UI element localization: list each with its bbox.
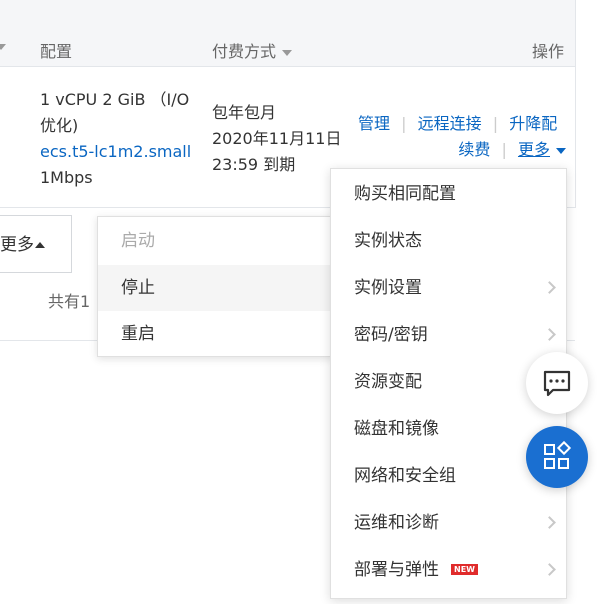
filter-caret-icon[interactable] <box>282 49 293 56</box>
chat-button[interactable] <box>526 352 588 414</box>
actions-line-2: 续费 | 更多 <box>358 137 570 163</box>
total-count: 共有1 <box>48 292 91 311</box>
action-separator: | <box>492 114 499 133</box>
menu-item-label: 实例状态 <box>354 231 422 251</box>
menu-item-label: 实例设置 <box>354 278 422 298</box>
menu-item-label: 部署与弹性 <box>354 560 439 580</box>
caret-down-icon <box>556 147 566 154</box>
caret-up-icon <box>35 242 45 248</box>
table-header: 配置 付费方式 操作 <box>0 0 575 67</box>
column-header-config: 配置 <box>40 42 73 61</box>
chevron-right-icon <box>543 281 556 294</box>
popup-item-stop[interactable]: 停止 <box>98 265 333 311</box>
menu-item-label: 密码/密钥 <box>354 325 428 345</box>
expire-date: 2020年11月11日 <box>212 129 342 148</box>
spec-cpu-memory: 1 vCPU 2 GiB （I/O <box>40 90 190 109</box>
column-header-billing[interactable]: 付费方式 <box>212 38 293 62</box>
batch-more-button[interactable]: 更多 <box>0 215 72 273</box>
menu-item-deploy-elastic[interactable]: 部署与弹性 NEW <box>331 547 566 594</box>
column-header-actions: 操作 <box>532 42 565 61</box>
menu-item-label: 运维和诊断 <box>354 513 439 533</box>
upgrade-downgrade-link[interactable]: 升降配 <box>509 114 557 133</box>
renew-link[interactable]: 续费 <box>458 140 490 159</box>
menu-item-label: 资源变配 <box>354 372 422 392</box>
column-header-billing-label: 付费方式 <box>212 42 277 61</box>
billing-cell: 包年包月 2020年11月11日 23:59 到期 <box>212 100 352 178</box>
new-badge: NEW <box>451 564 478 575</box>
more-actions-link[interactable]: 更多 <box>518 140 566 159</box>
menu-item-label: 网络和安全组 <box>354 466 456 486</box>
batch-more-label: 更多 <box>0 235 34 255</box>
menu-item-instance-status[interactable]: 实例状态 <box>331 218 566 265</box>
spec-io-optimized: 优化) <box>40 116 79 135</box>
billing-type: 包年包月 <box>212 103 277 122</box>
actions-cell: 管理 | 远程连接 | 升降配 续费 | 更多 <box>358 111 570 163</box>
remote-connect-link[interactable]: 远程连接 <box>418 114 482 133</box>
menu-item-ops-diagnosis[interactable]: 运维和诊断 <box>331 500 566 547</box>
menu-item-instance-settings[interactable]: 实例设置 <box>331 265 566 312</box>
actions-line-1: 管理 | 远程连接 | 升降配 <box>358 111 570 137</box>
popup-item-start: 启动 <box>121 231 155 251</box>
action-separator: | <box>501 140 507 159</box>
chat-bubble-icon <box>543 370 571 397</box>
popup-item-restart[interactable]: 重启 <box>98 311 333 357</box>
instance-state-popup: 启动 停止 重启 <box>97 216 334 357</box>
chevron-right-icon <box>543 516 556 529</box>
apps-button[interactable] <box>526 426 588 488</box>
instance-spec-cell: 1 vCPU 2 GiB （I/O 优化) ecs.t5-lc1m2.small… <box>40 87 210 191</box>
apps-grid-icon <box>544 440 572 469</box>
chevron-right-icon <box>543 563 556 576</box>
table-right-border <box>575 0 576 208</box>
manage-link[interactable]: 管理 <box>358 114 390 133</box>
menu-item-label: 购买相同配置 <box>354 184 456 204</box>
menu-item-label: 磁盘和镜像 <box>354 419 439 439</box>
action-separator: | <box>401 114 407 133</box>
more-actions-label: 更多 <box>517 140 550 159</box>
chevron-right-icon <box>543 328 556 341</box>
bandwidth-value: 1Mbps <box>40 168 93 187</box>
sort-caret-icon[interactable] <box>0 44 6 50</box>
instance-type-link[interactable]: ecs.t5-lc1m2.small <box>40 139 210 165</box>
menu-item-buy-same-config[interactable]: 购买相同配置 <box>331 171 566 218</box>
